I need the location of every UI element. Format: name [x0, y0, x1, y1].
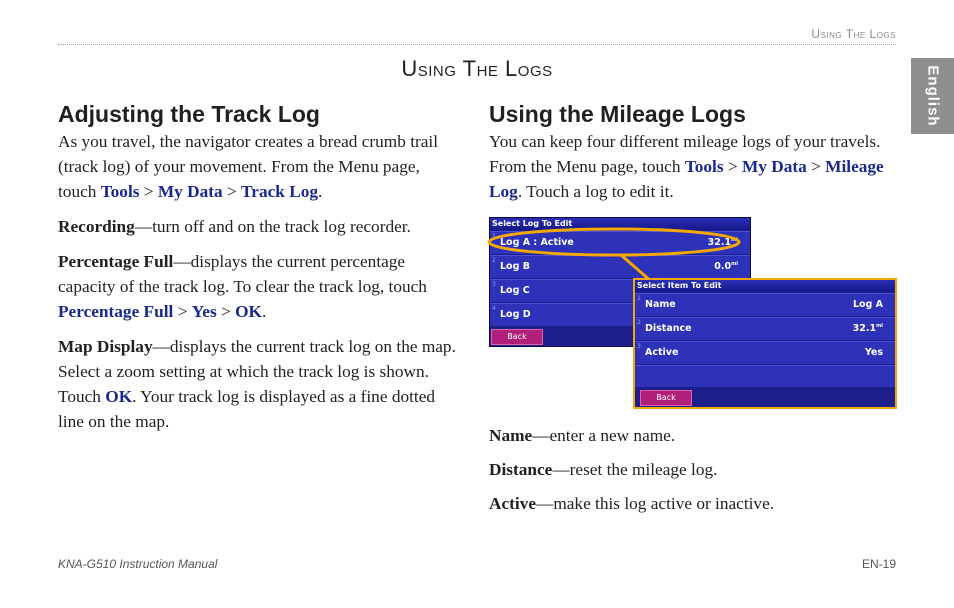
active-term: Active	[489, 494, 537, 513]
name-desc: Name—enter a new name.	[489, 426, 676, 445]
link-my-data-2[interactable]: My Data	[742, 157, 807, 176]
link-tools-2[interactable]: Tools	[685, 157, 724, 176]
map-display-desc: Map Display—displays the current track l…	[58, 337, 456, 431]
highlight-callout	[487, 227, 741, 284]
item-label: Distance	[645, 323, 692, 334]
percentage-full-term: Percentage Full	[58, 252, 174, 271]
item-label: Name	[645, 299, 676, 310]
distance-term: Distance	[489, 460, 553, 479]
recording-desc: Recording—turn off and on the track log …	[58, 217, 411, 236]
link-my-data[interactable]: My Data	[158, 182, 223, 201]
back-button[interactable]: Back	[491, 329, 543, 345]
footer-manual: KNA-G510 Instruction Manual	[58, 557, 218, 571]
distance-desc: Distance—reset the mileage log.	[489, 460, 718, 479]
mileage-intro: You can keep four different mileage logs…	[489, 132, 884, 201]
active-desc: Active—make this log active or inactive.	[489, 494, 775, 513]
footer-page-number: EN-19	[861, 557, 896, 571]
link-tools[interactable]: Tools	[101, 182, 140, 201]
highlight-ellipse	[487, 227, 741, 257]
map-display-term: Map Display	[58, 337, 153, 356]
item-row-name[interactable]: 1 Name Log A	[635, 293, 895, 316]
track-log-heading: Adjusting the Track Log	[58, 101, 320, 127]
section-title: Using The Logs	[401, 56, 553, 81]
mileage-logs-heading: Using the Mileage Logs	[489, 101, 746, 127]
link-track-log[interactable]: Track Log	[241, 182, 318, 201]
item-row-distance[interactable]: 2 Distance 32.1mi	[635, 317, 895, 340]
select-item-title: Select Item To Edit	[635, 280, 895, 292]
link-ok-map[interactable]: OK	[105, 387, 132, 406]
item-row-empty	[635, 365, 895, 387]
link-percentage-full[interactable]: Percentage Full	[58, 302, 173, 321]
item-row-active[interactable]: 3 Active Yes	[635, 341, 895, 364]
running-header: Using The Logs	[811, 27, 896, 41]
language-tab-label: English	[924, 65, 941, 127]
item-value: Yes	[864, 347, 883, 358]
mileage-fields: Name—enter a new name. Distance—reset th…	[489, 423, 899, 526]
back-button[interactable]: Back	[640, 390, 692, 406]
link-ok[interactable]: OK	[235, 302, 262, 321]
select-item-screen: Select Item To Edit 1 Name Log A 2 Dista…	[633, 278, 897, 409]
language-tab: English	[911, 58, 954, 134]
item-label: Active	[645, 347, 679, 358]
recording-term: Recording	[58, 217, 135, 236]
track-log-intro: As you travel, the navigator creates a b…	[58, 132, 439, 201]
percentage-full-desc: Percentage Full—displays the current per…	[58, 252, 427, 321]
link-yes[interactable]: Yes	[192, 302, 217, 321]
name-term: Name	[489, 426, 533, 445]
left-column: Adjusting the Track Log As you travel, t…	[58, 102, 458, 444]
log-label: Log D	[500, 309, 531, 320]
item-value: 32.1mi	[852, 323, 883, 335]
log-label: Log C	[500, 285, 530, 296]
header-divider	[58, 44, 896, 45]
item-value: Log A	[852, 299, 883, 310]
right-column: Using the Mileage Logs You can keep four…	[489, 102, 899, 214]
